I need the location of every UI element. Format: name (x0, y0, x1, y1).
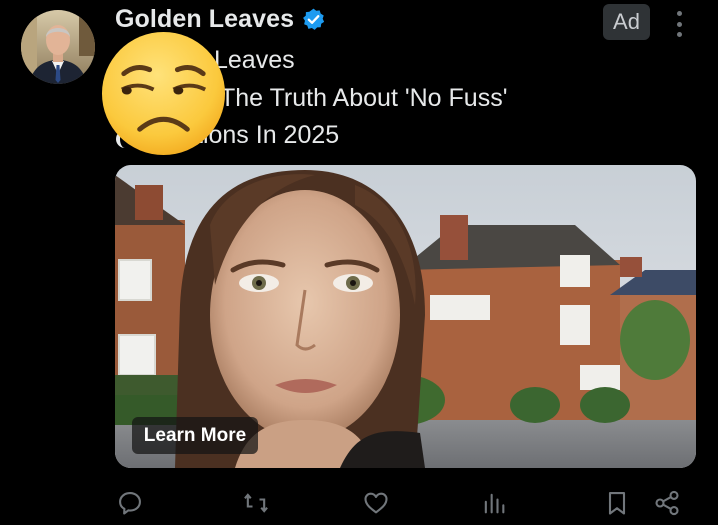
views-chart-icon[interactable] (480, 489, 508, 517)
bookmark-icon[interactable] (603, 489, 631, 517)
more-vertical-icon[interactable] (669, 8, 689, 40)
share-icon[interactable] (653, 489, 681, 517)
verified-badge-icon (301, 7, 326, 32)
reply-icon[interactable] (116, 489, 144, 517)
repost-icon[interactable] (242, 489, 270, 517)
author-avatar[interactable] (21, 10, 95, 84)
post-text-line-2: The Truth About 'No Fuss' (220, 84, 508, 112)
post-action-bar (0, 485, 718, 525)
ad-badge: Ad (603, 4, 650, 40)
learn-more-button[interactable]: Learn More (132, 417, 258, 454)
unamused-face-emoji (100, 30, 227, 157)
heart-icon[interactable] (362, 489, 390, 517)
